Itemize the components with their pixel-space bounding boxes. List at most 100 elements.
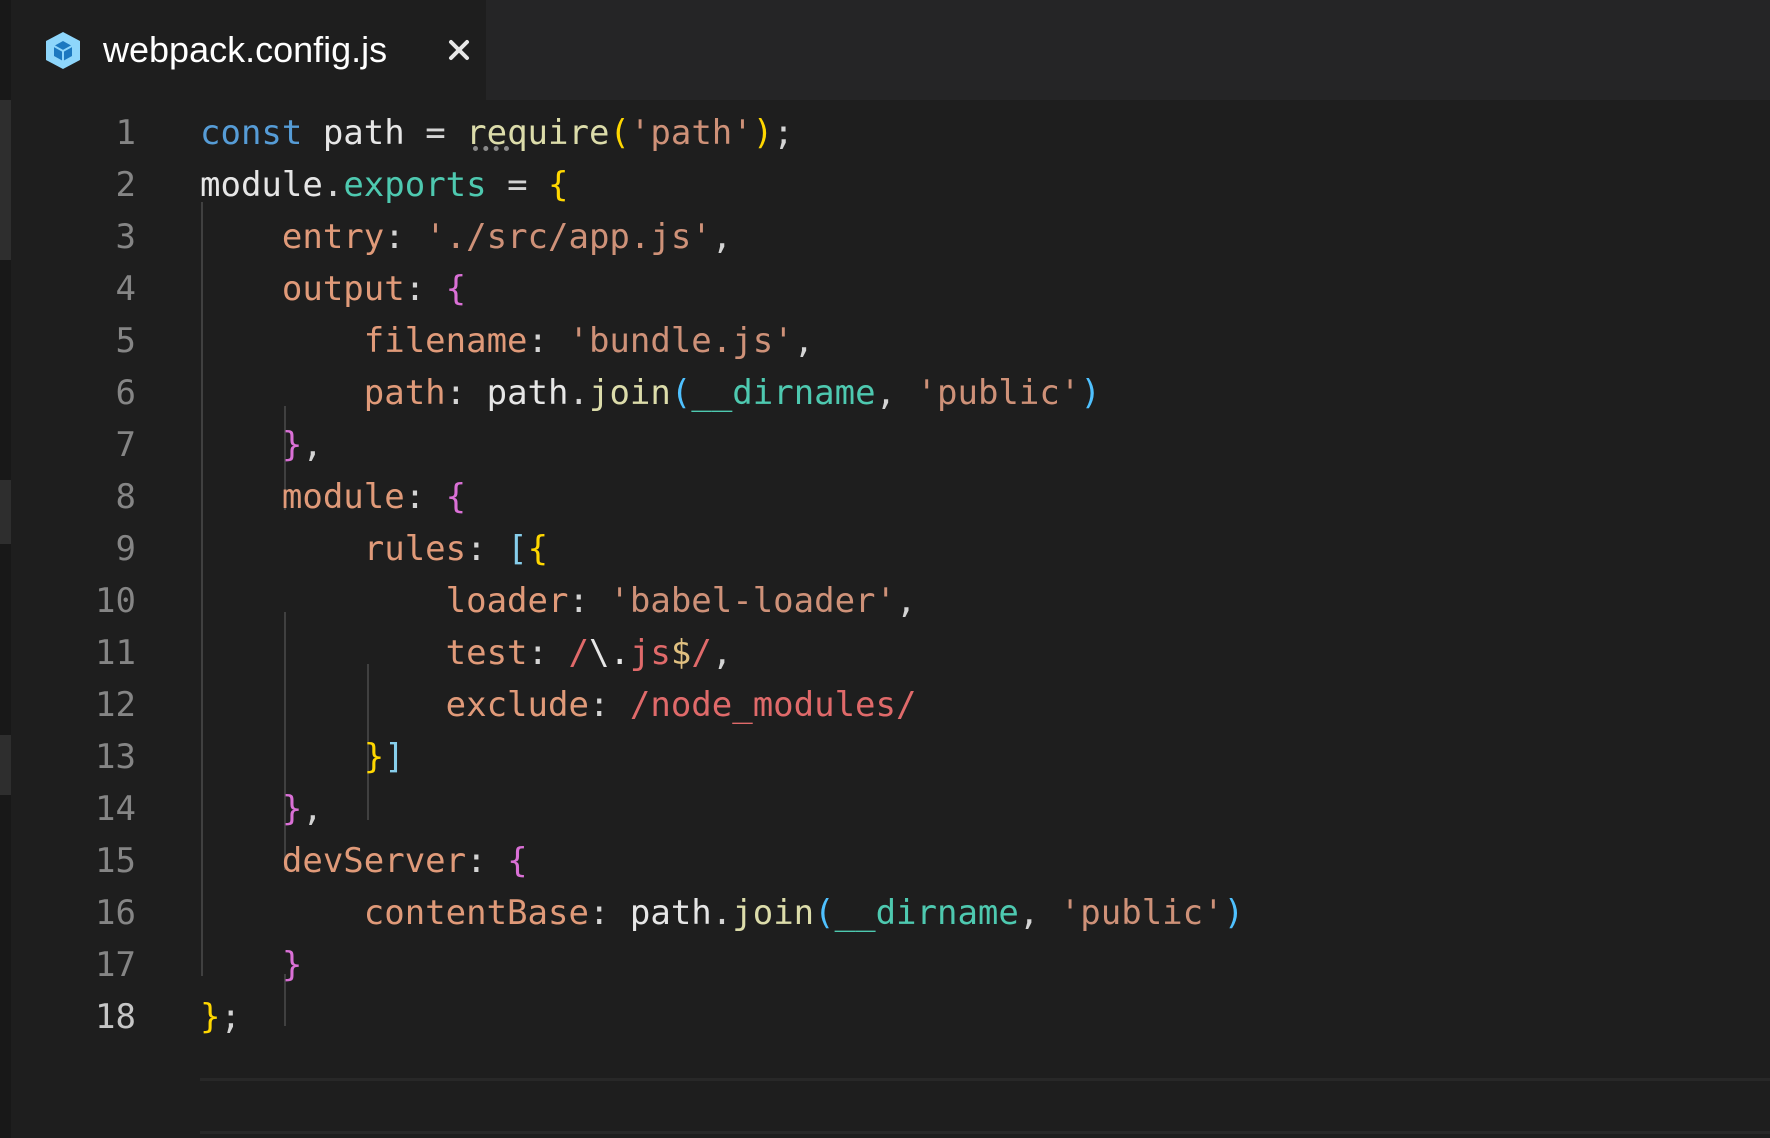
- code-token: {: [548, 165, 569, 205]
- line-number: 5: [115, 321, 136, 361]
- code-token: $: [670, 633, 692, 673]
- scroll-marker: [0, 480, 11, 544]
- code-token: =: [486, 165, 549, 205]
- code-line[interactable]: devServer: {: [200, 835, 528, 887]
- code-token: ): [752, 113, 774, 153]
- line-number: 8: [115, 477, 136, 517]
- code-token: const: [200, 113, 303, 153]
- scroll-marker: [0, 735, 11, 795]
- webpack-cube-icon: [43, 30, 83, 70]
- line-number: 15: [95, 841, 136, 881]
- code-token: .: [711, 893, 733, 933]
- code-line[interactable]: };: [200, 991, 241, 1043]
- tab-bar: webpack.config.js: [11, 0, 1770, 100]
- code-line[interactable]: exclude: /node_modules/: [200, 679, 917, 731]
- code-token: /node_modules/: [629, 685, 917, 725]
- code-token: }: [200, 997, 221, 1037]
- code-token: join: [732, 893, 815, 933]
- code-token: exports: [343, 165, 487, 205]
- code-token: (: [609, 113, 630, 153]
- line-number: 12: [95, 685, 136, 725]
- line-number: 17: [95, 945, 136, 985]
- code-line[interactable]: }: [200, 939, 302, 991]
- code-line[interactable]: filename: 'bundle.js',: [200, 315, 814, 367]
- code-token: ): [1080, 373, 1101, 413]
- code-token: 'public': [1059, 893, 1224, 933]
- code-token: module: [281, 477, 405, 517]
- code-token: output: [281, 269, 405, 309]
- code-token: {: [507, 841, 528, 881]
- code-token: :: [466, 529, 508, 569]
- code-token: }: [281, 789, 303, 829]
- line-number: 11: [95, 633, 136, 673]
- line-number: 13: [95, 737, 136, 777]
- code-token: devServer: [281, 841, 467, 881]
- code-token: {: [527, 529, 549, 569]
- code-line[interactable]: rules: [{: [200, 523, 548, 575]
- code-token: rules: [363, 529, 467, 569]
- code-line[interactable]: },: [200, 783, 323, 835]
- code-token: path: [302, 113, 426, 153]
- line-number-gutter: 1 2 3 4 5 6 7 8 9 10 11 12 13 14 15 16 17 18: [11, 100, 171, 1138]
- code-line[interactable]: test: /\.js$/,: [200, 627, 733, 679]
- code-line[interactable]: module.exports = {: [200, 159, 569, 211]
- code-token: ,: [711, 217, 733, 257]
- code-token: }: [281, 945, 303, 985]
- code-token: :: [384, 217, 426, 257]
- code-token: __dirname: [691, 373, 876, 413]
- code-token: 'babel-loader': [609, 581, 896, 621]
- code-token: './src/app.js': [425, 217, 712, 257]
- code-line[interactable]: entry: './src/app.js',: [200, 211, 732, 263]
- editor-window: webpack.config.js 1 2 3 4 5 6 7 8 9 10 11 12 13 14 15 1…: [0, 0, 1770, 1138]
- code-token: ;: [220, 997, 241, 1037]
- code-line[interactable]: output: {: [200, 263, 466, 315]
- code-line[interactable]: contentBase: path.join(__dirname, 'publi…: [200, 887, 1244, 939]
- code-token: ): [1223, 893, 1245, 933]
- code-area[interactable]: const path = require('path'); module.expo…: [200, 100, 1770, 1138]
- code-token: /: [691, 633, 712, 673]
- code-token: {: [445, 477, 467, 517]
- code-token: :: [404, 269, 446, 309]
- line-number: 2: [115, 165, 136, 205]
- code-token: entry: [281, 217, 385, 257]
- line-number: 18: [95, 997, 136, 1037]
- code-line[interactable]: const path = require('path');: [200, 107, 794, 159]
- code-token: .: [568, 373, 589, 413]
- line-number: 9: [115, 529, 136, 569]
- code-line[interactable]: },: [200, 419, 323, 471]
- close-icon[interactable]: [437, 28, 481, 72]
- code-token: ,: [896, 581, 917, 621]
- line-number: 7: [115, 425, 136, 465]
- code-token: __dirname: [834, 893, 1019, 933]
- tab-webpack-config[interactable]: webpack.config.js: [11, 0, 486, 100]
- code-token: {: [445, 269, 467, 309]
- code-token: =: [425, 113, 467, 153]
- code-token: :: [445, 373, 487, 413]
- code-token: (: [670, 373, 692, 413]
- code-editor[interactable]: 1 2 3 4 5 6 7 8 9 10 11 12 13 14 15 16 17 18 const path =…: [11, 100, 1770, 1138]
- code-token: ,: [1018, 893, 1060, 933]
- code-token: ,: [875, 373, 917, 413]
- code-line[interactable]: }]: [200, 731, 405, 783]
- tab-label: webpack.config.js: [103, 29, 388, 70]
- scroll-marker: [0, 100, 11, 260]
- code-token: join: [588, 373, 671, 413]
- code-token: path: [629, 893, 712, 933]
- code-line[interactable]: loader: 'babel-loader',: [200, 575, 917, 627]
- code-line[interactable]: path: path.join(__dirname, 'public'): [200, 367, 1101, 419]
- line-number: 10: [95, 581, 136, 621]
- line-number: 3: [115, 217, 136, 257]
- code-token: 'public': [916, 373, 1081, 413]
- code-token: :: [527, 321, 569, 361]
- code-line[interactable]: module: {: [200, 471, 466, 523]
